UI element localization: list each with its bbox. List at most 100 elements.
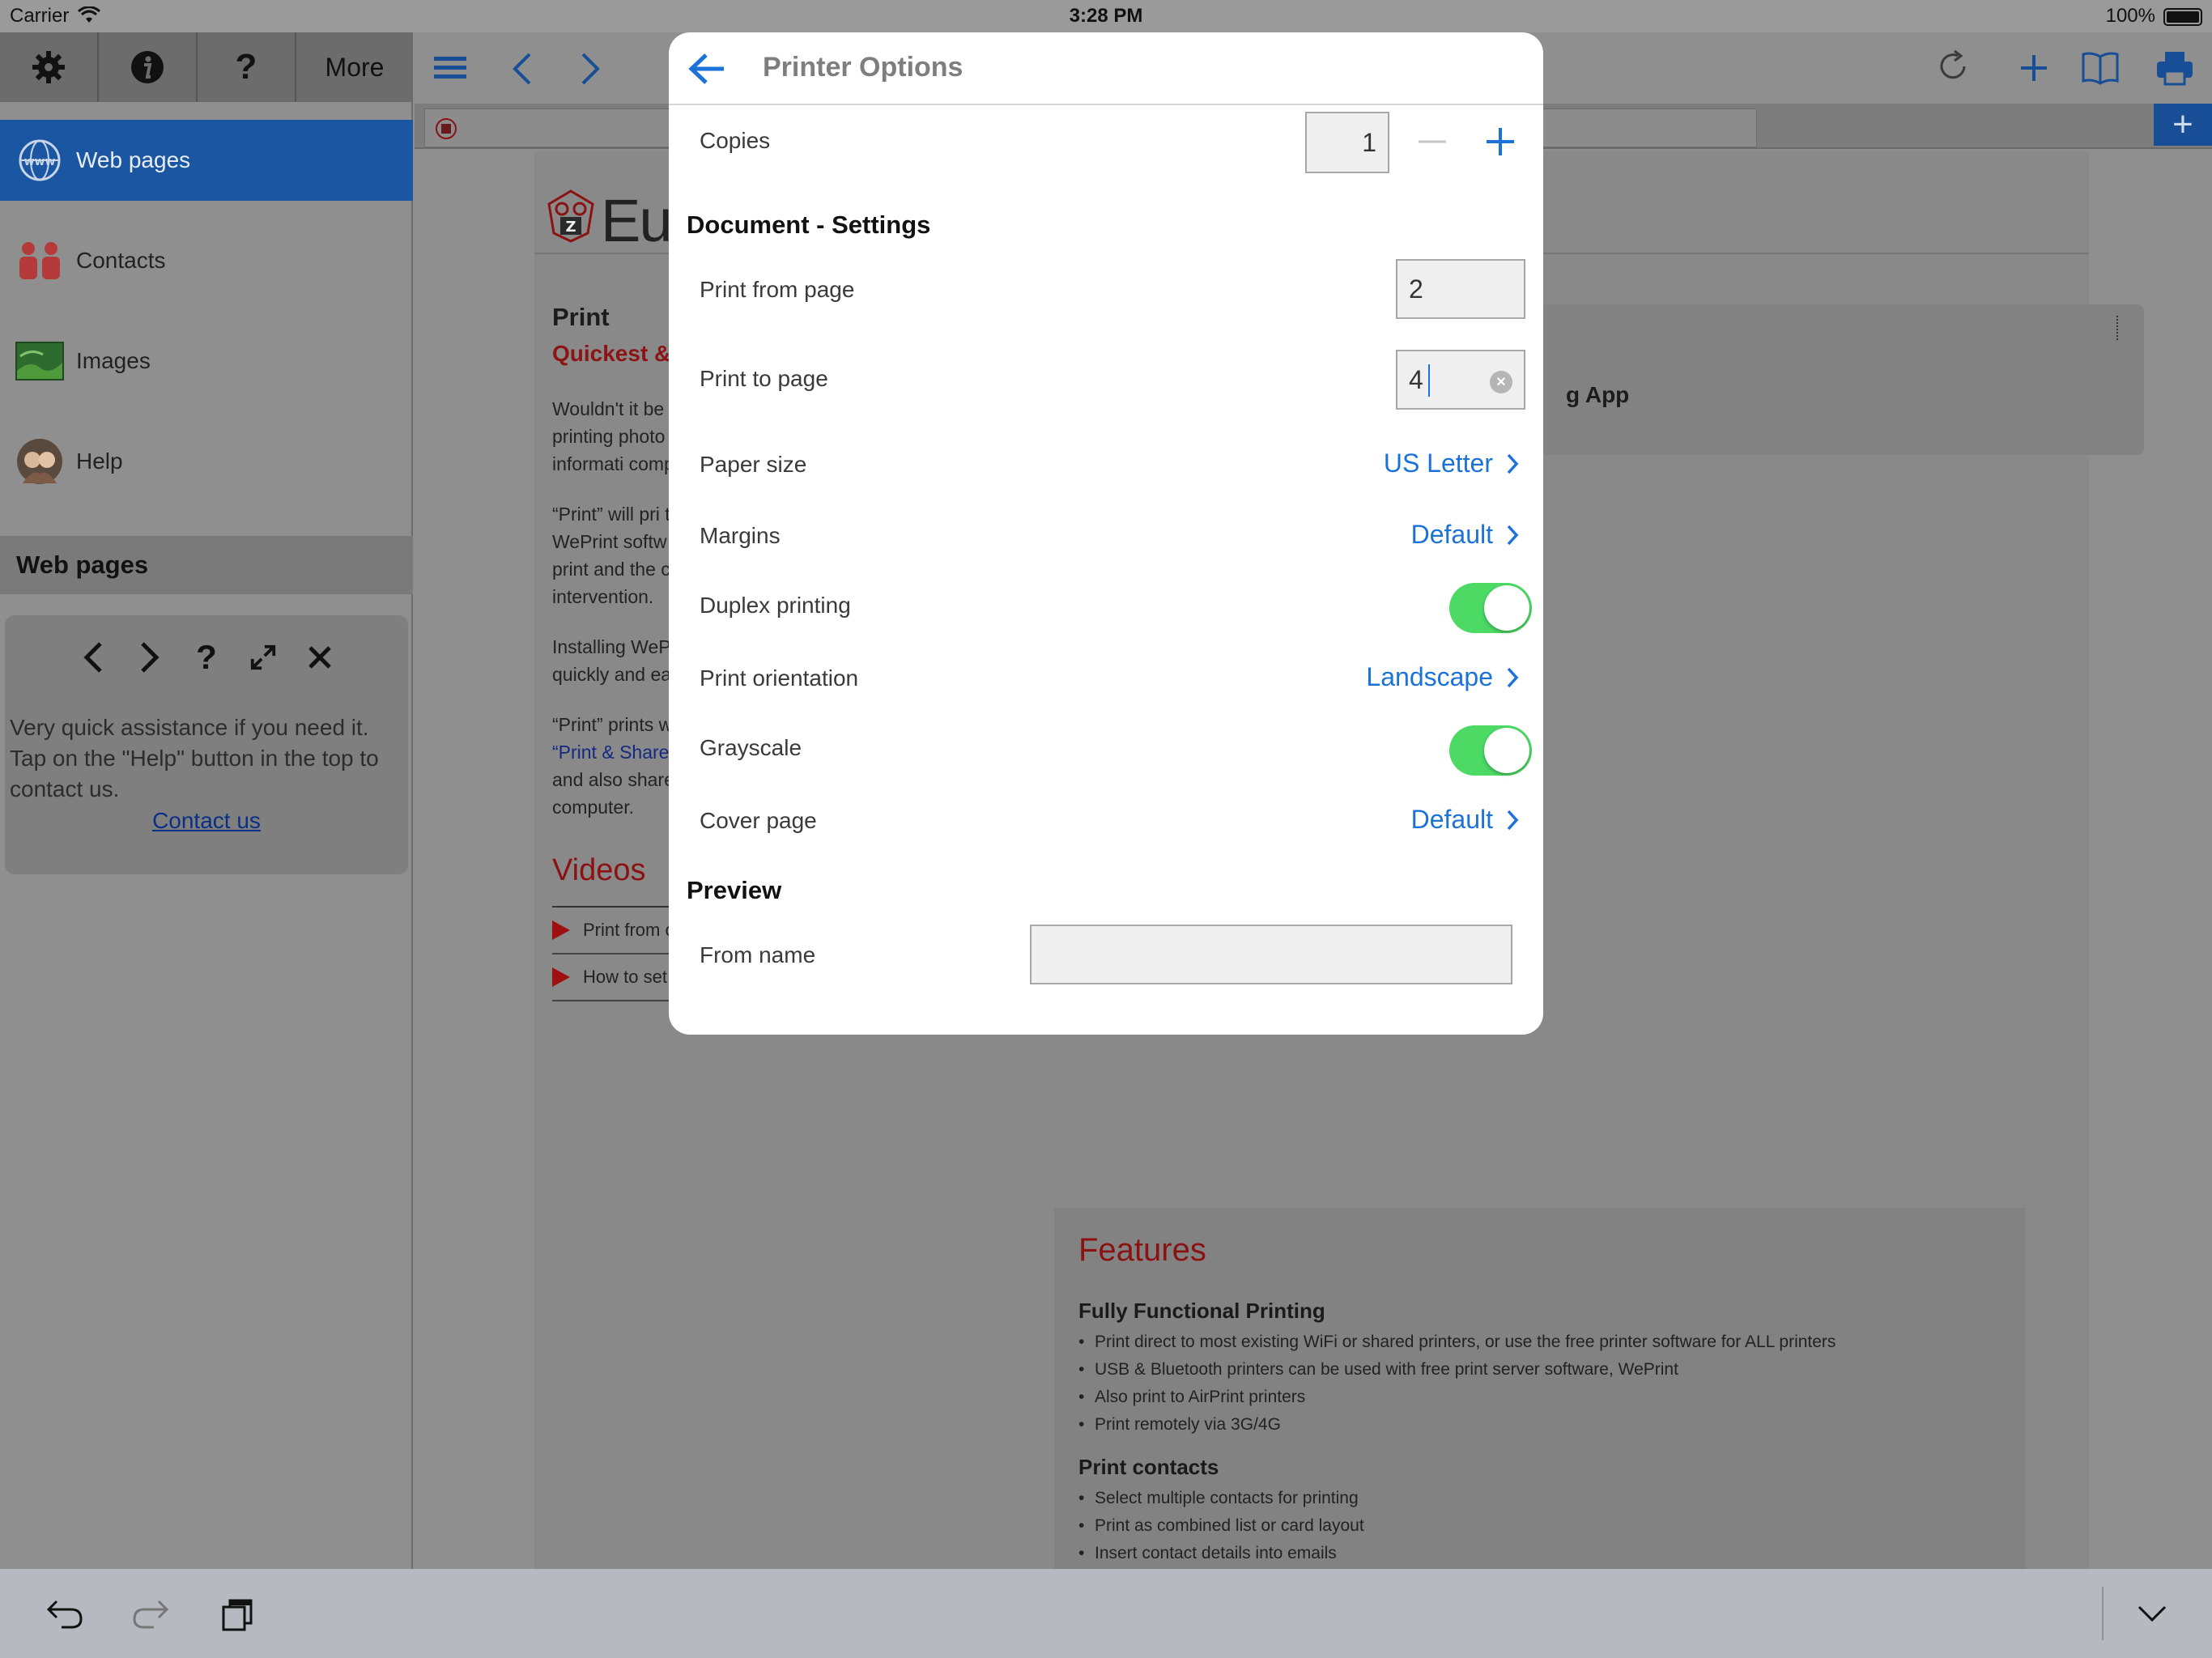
minus-icon[interactable] [1414,123,1451,160]
duplex-toggle[interactable] [1449,583,1532,633]
sidebar-item-help[interactable]: Help [0,421,413,502]
assistance-text: Very quick assistance if you need it. Ta… [10,715,379,801]
from-name-field[interactable] [1030,925,1512,984]
plus-icon[interactable] [1480,121,1521,162]
battery-icon [2163,8,2202,26]
settings-button[interactable] [0,32,99,102]
sidebar-item-images[interactable]: Images [0,321,413,402]
more-button[interactable]: More [296,32,413,102]
feature-item: Print direct to most existing WiFi or sh… [1078,1329,2001,1356]
copies-label: Copies [700,128,771,153]
cover-page-selector[interactable]: Default [1411,805,1519,835]
feature-item: Print as combined list or card layout [1078,1512,2001,1540]
print-from-label: Print from page [700,277,855,302]
redo-icon[interactable] [128,1592,173,1637]
undo-icon[interactable] [42,1592,87,1637]
bottom-toolbar [0,1569,2212,1658]
cover-page-value: Default [1410,805,1493,834]
menu-icon[interactable] [434,53,470,83]
sidebar-item-web-pages[interactable]: www Web pages [0,120,413,201]
orientation-value: Landscape [1366,662,1493,691]
margins-value: Default [1410,520,1493,549]
paper-size-selector[interactable]: US Letter [1384,449,1519,478]
site-favicon-icon [435,117,457,140]
print-to-label: Print to page [700,366,828,391]
sidebar-item-label: Web pages [76,147,191,172]
feature-item: Print remotely via 3G/4G [1078,1411,2001,1439]
dialog-header: Printer Options [669,32,1543,105]
duplex-label: Duplex printing [700,593,851,618]
sidebar-toolbar: ? More [0,32,413,102]
status-bar: Carrier 3:28 PM 100% [0,0,2212,32]
document-settings-heading: Document - Settings [687,210,931,239]
assistance-controls: ? [5,638,408,676]
print-from-field[interactable]: 2 [1396,259,1525,319]
features-list: Fully Functional Printing Print direct t… [1078,1299,2001,1567]
sidebar-item-label: Contacts [76,248,166,273]
svg-text:www: www [24,155,56,168]
feature-item: USB & Bluetooth printers can be used wit… [1078,1356,2001,1384]
margins-label: Margins [700,523,781,548]
feature-item: Also print to AirPrint printers [1078,1384,2001,1411]
feature-item: Insert contact details into emails [1078,1540,2001,1567]
features-section: Features Fully Functional Printing Print… [1054,1208,2026,1569]
toolbar-divider [2102,1587,2104,1640]
preview-heading: Preview [687,876,782,904]
assistance-panel: ? Very quick assistance if you need it. … [5,615,408,874]
orientation-label: Print orientation [700,665,859,691]
help-button[interactable]: ? [198,32,296,102]
grayscale-toggle[interactable] [1449,725,1532,776]
features-heading: Features [1078,1232,1206,1268]
sidebar-section-title: Web pages [0,536,413,594]
paper-size-value: US Letter [1383,449,1493,478]
clock: 3:28 PM [1069,5,1143,27]
sidebar: ? More www Web pages Contacts Images Hel… [0,32,413,1569]
chevron-left-icon[interactable] [79,640,107,675]
info-button[interactable] [99,32,198,102]
forward-arrow-icon[interactable] [580,52,602,86]
chevron-right-icon [1506,453,1519,475]
question-icon: ? [235,47,257,87]
printer-icon[interactable] [2155,50,2194,86]
site-logo-icon: Z [546,188,596,244]
text-caret [1428,364,1430,397]
clear-icon[interactable]: × [1490,371,1512,393]
feature-item: Select multiple contacts for printing [1078,1485,2001,1512]
play-icon [552,967,570,987]
copies-field[interactable]: 1 [1305,112,1389,173]
chevron-right-icon [1506,524,1519,546]
close-icon[interactable] [306,640,334,675]
chevron-right-icon[interactable] [136,640,164,675]
sidebar-item-label: Images [76,348,151,373]
contact-us-link[interactable]: Contact us [5,808,408,834]
drag-handle-icon[interactable] [2116,316,2120,340]
margins-selector[interactable]: Default [1411,520,1519,550]
print-to-field[interactable]: 4 × [1396,350,1525,410]
image-icon [15,336,65,386]
print-share-link[interactable]: “Print & Share” [552,742,675,763]
back-arrow-icon[interactable] [687,50,727,87]
grayscale-label: Grayscale [700,735,802,760]
new-tab-button[interactable]: + [2154,104,2212,146]
chevron-down-icon[interactable] [2129,1592,2175,1637]
info-icon [130,50,164,84]
sidebar-item-contacts[interactable]: Contacts [0,220,413,301]
add-icon[interactable] [2018,52,2050,84]
sidebar-item-label: Help [76,449,123,474]
app-info-text: g App [1566,382,1630,407]
svg-text:Z: Z [565,219,576,236]
from-name-label: From name [700,942,816,967]
orientation-selector[interactable]: Landscape [1366,662,1519,692]
paper-size-label: Paper size [700,452,807,477]
gear-icon [31,49,66,85]
contacts-icon [15,236,65,286]
expand-icon[interactable] [249,640,277,675]
back-arrow-icon[interactable] [510,52,533,86]
reload-icon[interactable] [1937,49,1971,84]
bookmarks-icon[interactable] [2081,50,2120,86]
print-to-value: 4 [1409,364,1423,394]
feature-heading: Print contacts [1078,1455,1219,1479]
copy-icon[interactable] [215,1592,261,1637]
question-icon[interactable]: ? [193,638,220,676]
battery-percent: 100% [2105,5,2155,27]
